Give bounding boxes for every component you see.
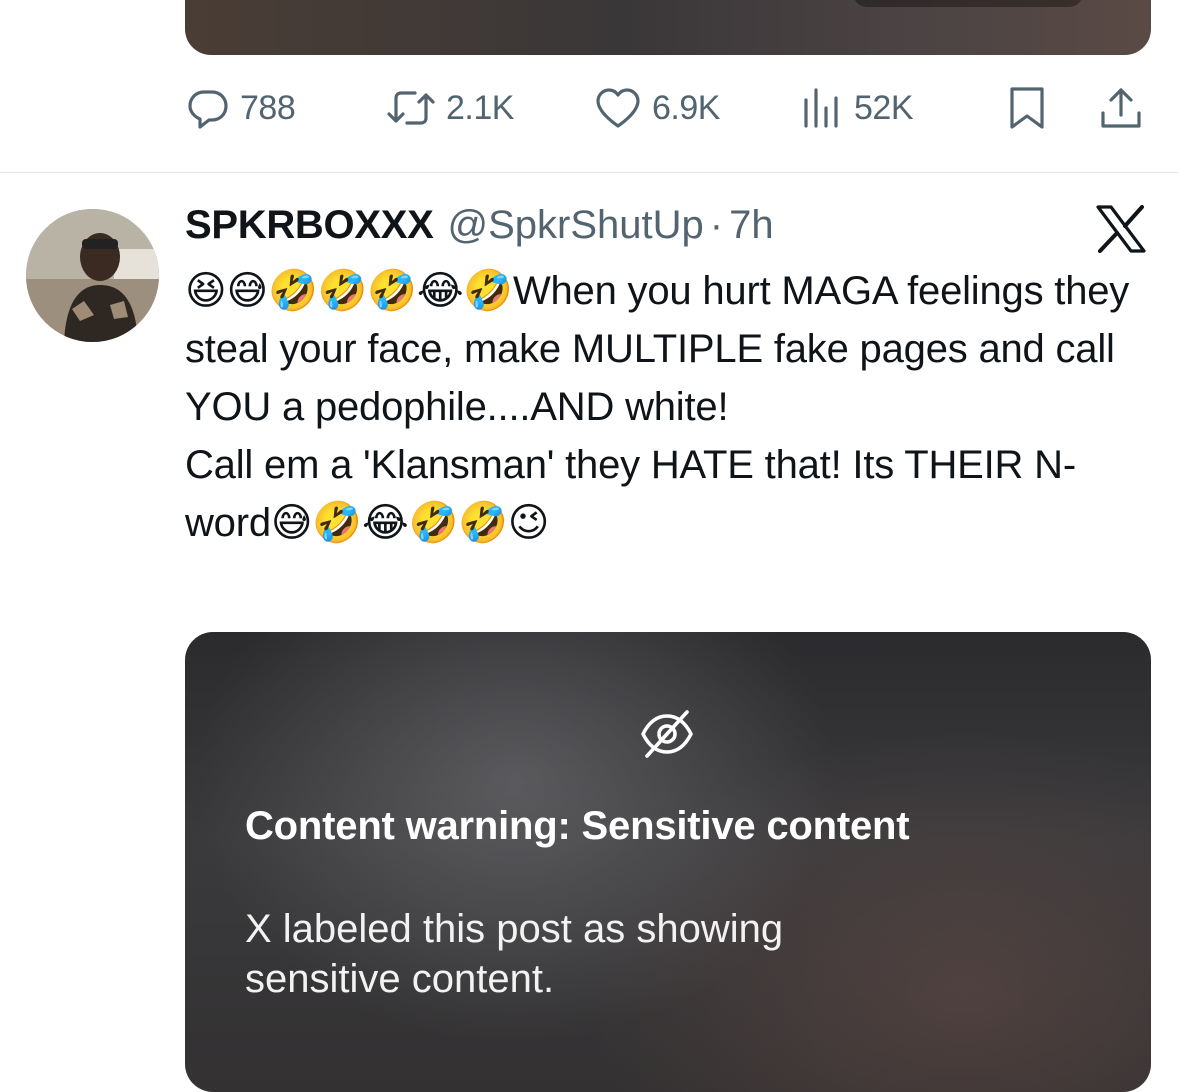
- views-count: 52K: [854, 88, 914, 127]
- repost-icon: [387, 91, 435, 125]
- previous-post-media[interactable]: [185, 0, 1151, 55]
- avatar-photo: [26, 209, 159, 342]
- content-warning-description: X labeled this post as showing sensitive…: [245, 907, 784, 1001]
- post-time[interactable]: 7h: [729, 203, 774, 248]
- eye-slash-icon: [641, 710, 693, 758]
- reply-icon: [188, 90, 228, 129]
- display-name[interactable]: SPKRBOXXX: [185, 203, 434, 248]
- bookmark-button[interactable]: [1006, 82, 1048, 134]
- user-handle[interactable]: @SpkrShutUp: [447, 203, 703, 248]
- sensitive-media-card[interactable]: Content warning: Sensitive content X lab…: [185, 632, 1151, 1092]
- heart-icon: [596, 88, 640, 128]
- separator: ·: [709, 203, 724, 247]
- reply-button[interactable]: 788: [186, 82, 296, 134]
- post-divider: [0, 172, 1178, 173]
- like-button[interactable]: 6.9K: [594, 82, 720, 134]
- media-overlay-pill: [853, 0, 1083, 7]
- x-logo-icon: [1096, 205, 1146, 253]
- avatar[interactable]: [26, 209, 159, 342]
- views-icon: [804, 88, 838, 128]
- views-button[interactable]: 52K: [800, 82, 914, 134]
- post-header: SPKRBOXXX @SpkrShutUp · 7h: [185, 203, 774, 257]
- previous-post-action-bar: 788 2.1K 6.9K 52K: [186, 82, 1148, 134]
- post-text: 😆😅🤣🤣🤣😂🤣When you hurt MAGA feelings they …: [185, 269, 1130, 545]
- repost-button[interactable]: 2.1K: [386, 82, 514, 134]
- reply-count: 788: [240, 88, 296, 127]
- bookmark-icon: [1010, 87, 1044, 129]
- content-warning-title: Content warning: Sensitive content: [245, 804, 910, 848]
- repost-count: 2.1K: [446, 88, 514, 127]
- share-button[interactable]: [1098, 82, 1144, 134]
- share-icon: [1101, 88, 1141, 128]
- like-count: 6.9K: [652, 88, 720, 127]
